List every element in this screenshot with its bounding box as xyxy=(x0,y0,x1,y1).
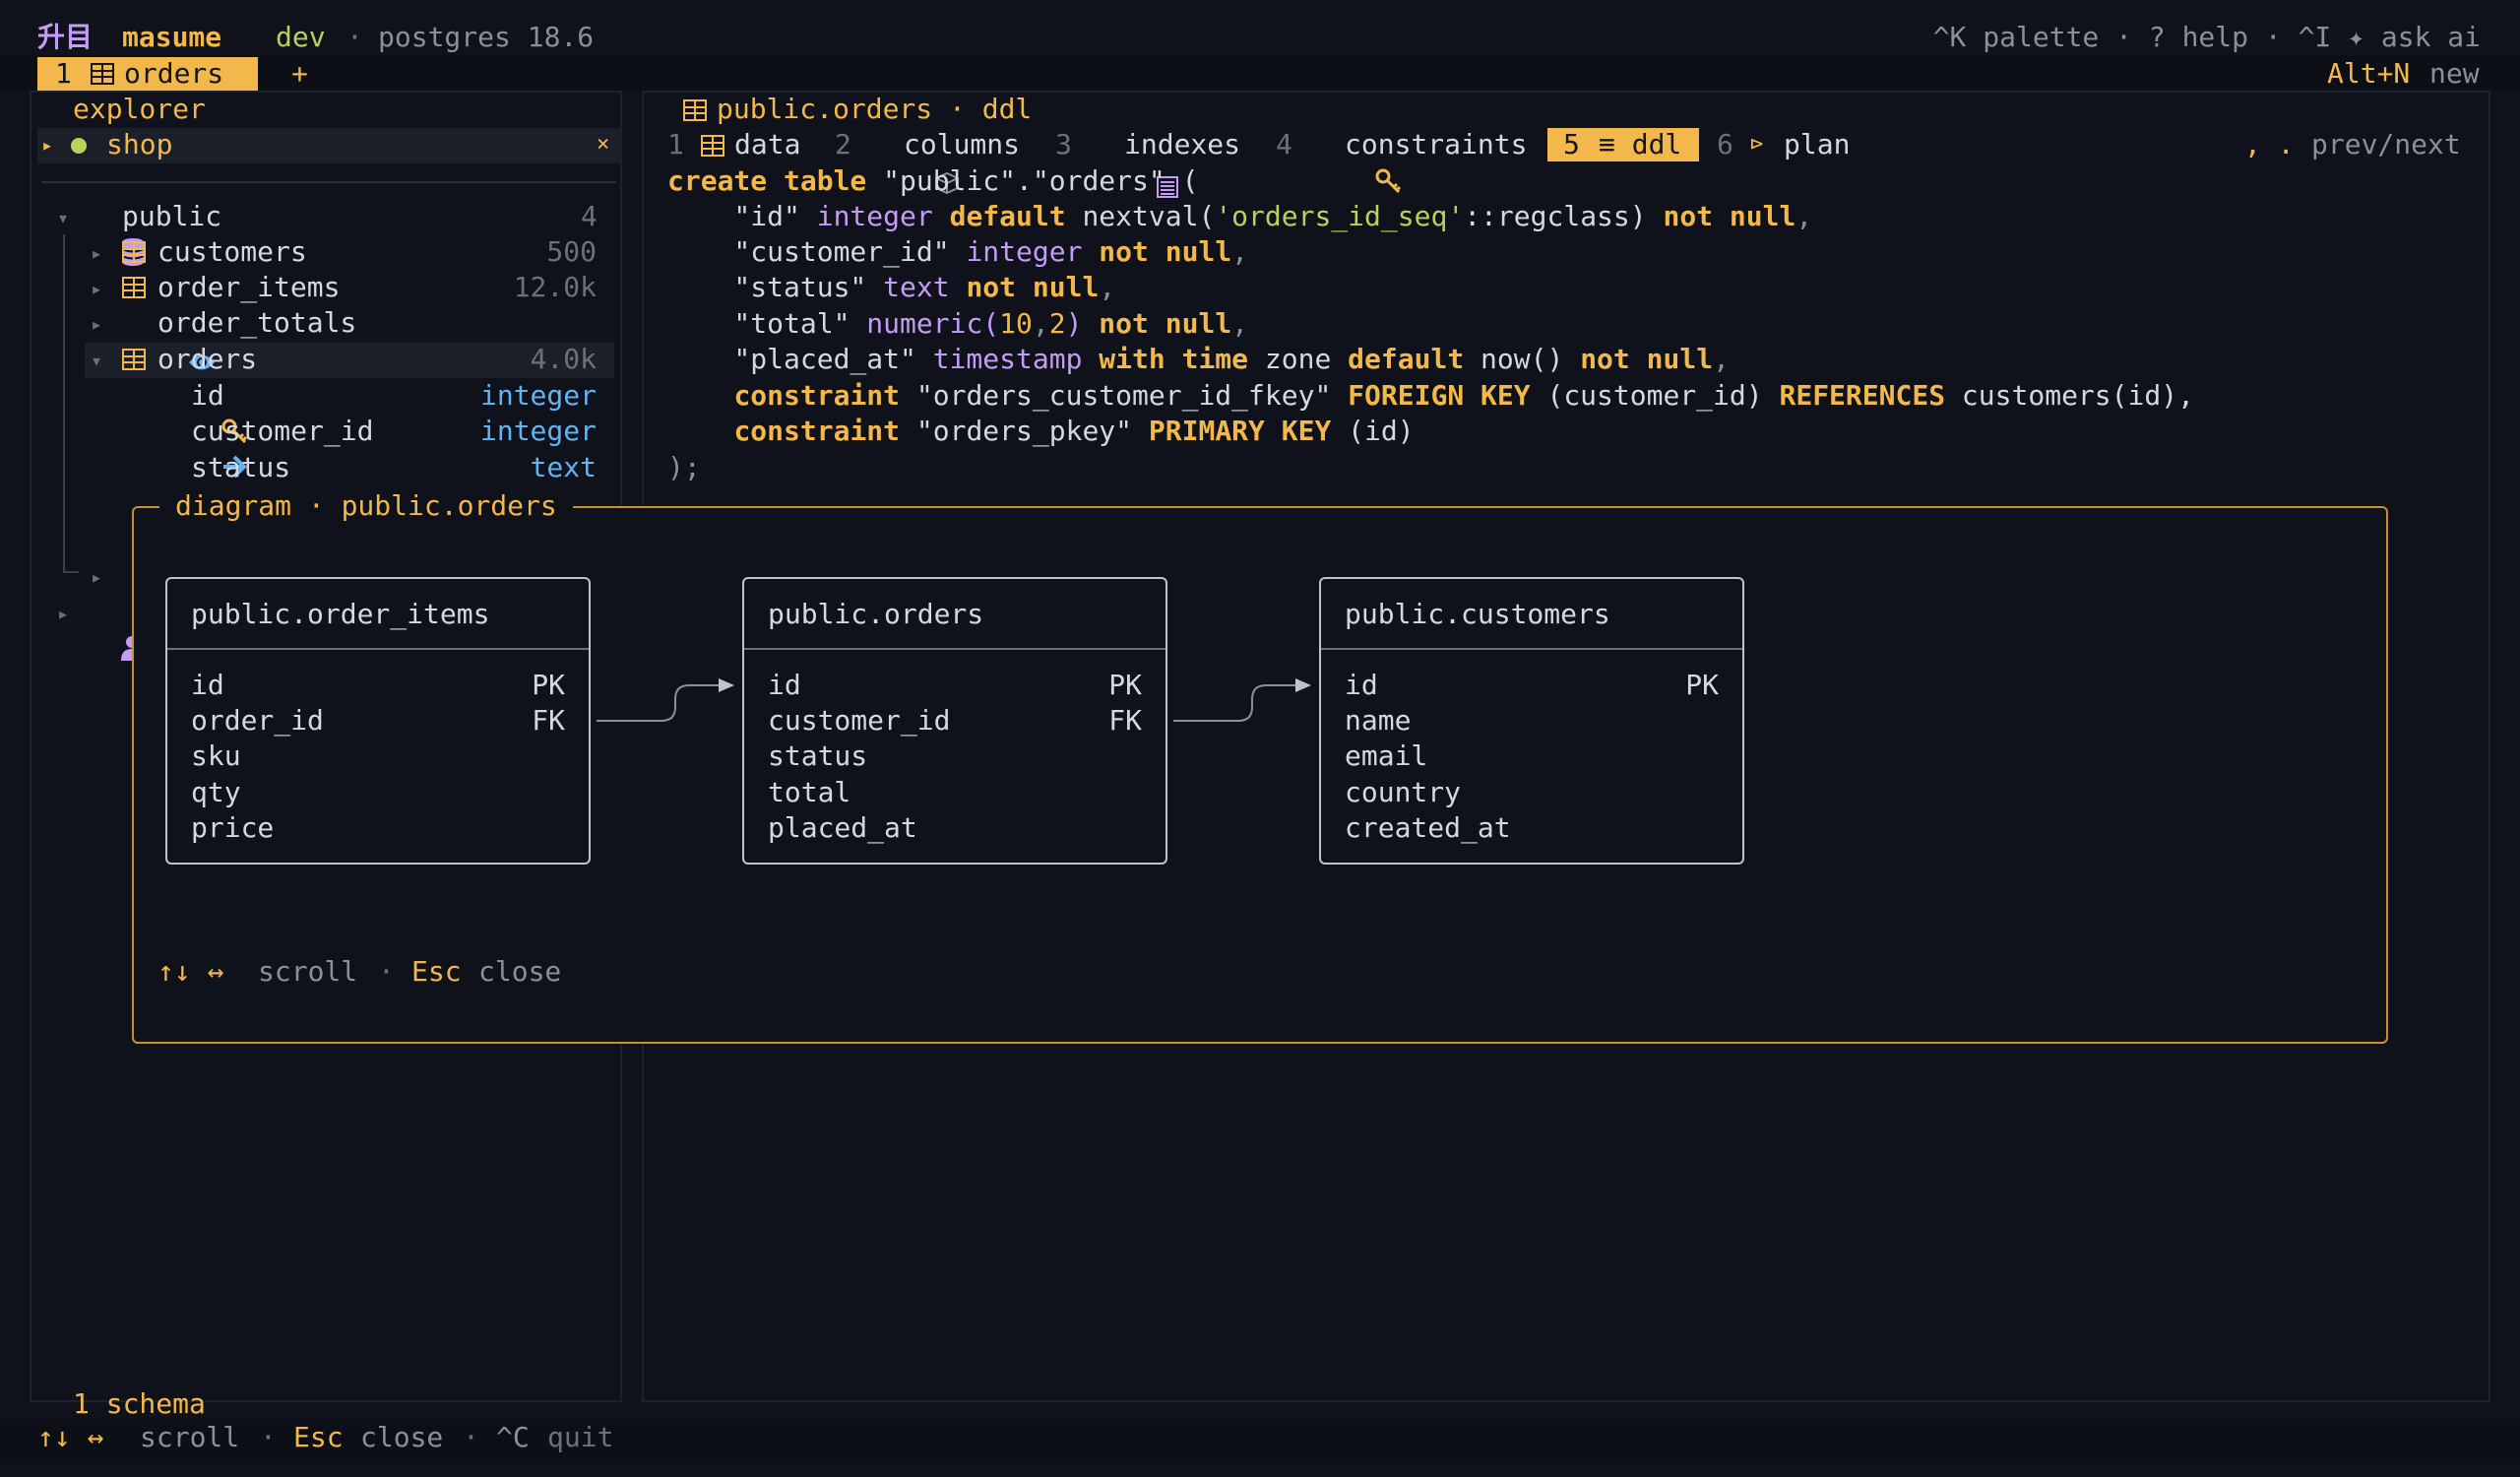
close-label[interactable]: close xyxy=(478,954,561,990)
erd-field: qty xyxy=(191,776,241,808)
scroll-label: scroll xyxy=(140,1421,240,1453)
scroll-keys: ↑↓ ↔ xyxy=(37,1421,104,1453)
erd-table-name: public.orders xyxy=(768,598,984,630)
erd-field: country xyxy=(1345,776,1462,808)
erd-field: customer_id FK xyxy=(768,704,1142,737)
erd-field: created_at xyxy=(1345,811,1511,844)
erd-field: name xyxy=(1345,704,1412,737)
close-label: close xyxy=(360,1421,444,1453)
erd-field: sku xyxy=(191,739,241,772)
erd-field: order_id FK xyxy=(191,704,565,737)
scroll-label: scroll xyxy=(258,955,358,988)
scroll-keys: ↑↓ ↔ xyxy=(158,955,224,988)
status-separator: · xyxy=(260,1421,277,1453)
quit-key: ^C xyxy=(496,1421,530,1453)
erd-field: id PK xyxy=(1345,669,1719,701)
erd-field: status xyxy=(768,739,868,772)
erd-field: placed_at xyxy=(768,811,917,844)
erd-table-orders[interactable]: public.orders id PK customer_id FK status … xyxy=(742,577,1167,865)
erd-field: price xyxy=(191,811,275,844)
erd-field: email xyxy=(1345,739,1428,772)
erd-table-customers[interactable]: public.customers id PK name email country… xyxy=(1319,577,1744,865)
erd-field: id PK xyxy=(768,669,1142,701)
erd-field: total xyxy=(768,776,851,808)
erd-table-name: public.order_items xyxy=(191,598,490,630)
erd-table-order-items[interactable]: public.order_items id PK order_id FK sku q… xyxy=(165,577,591,865)
hint-separator: · xyxy=(378,955,395,988)
erd-table-name: public.customers xyxy=(1345,598,1610,630)
status-separator: · xyxy=(463,1421,479,1453)
quit-label: quit xyxy=(547,1421,614,1453)
esc-key: Esc xyxy=(411,955,462,988)
status-bar: ↑↓ ↔ scroll · Esc close · ^C quit xyxy=(0,1420,2520,1459)
erd-field: id PK xyxy=(191,669,565,701)
esc-key: Esc xyxy=(293,1421,344,1453)
